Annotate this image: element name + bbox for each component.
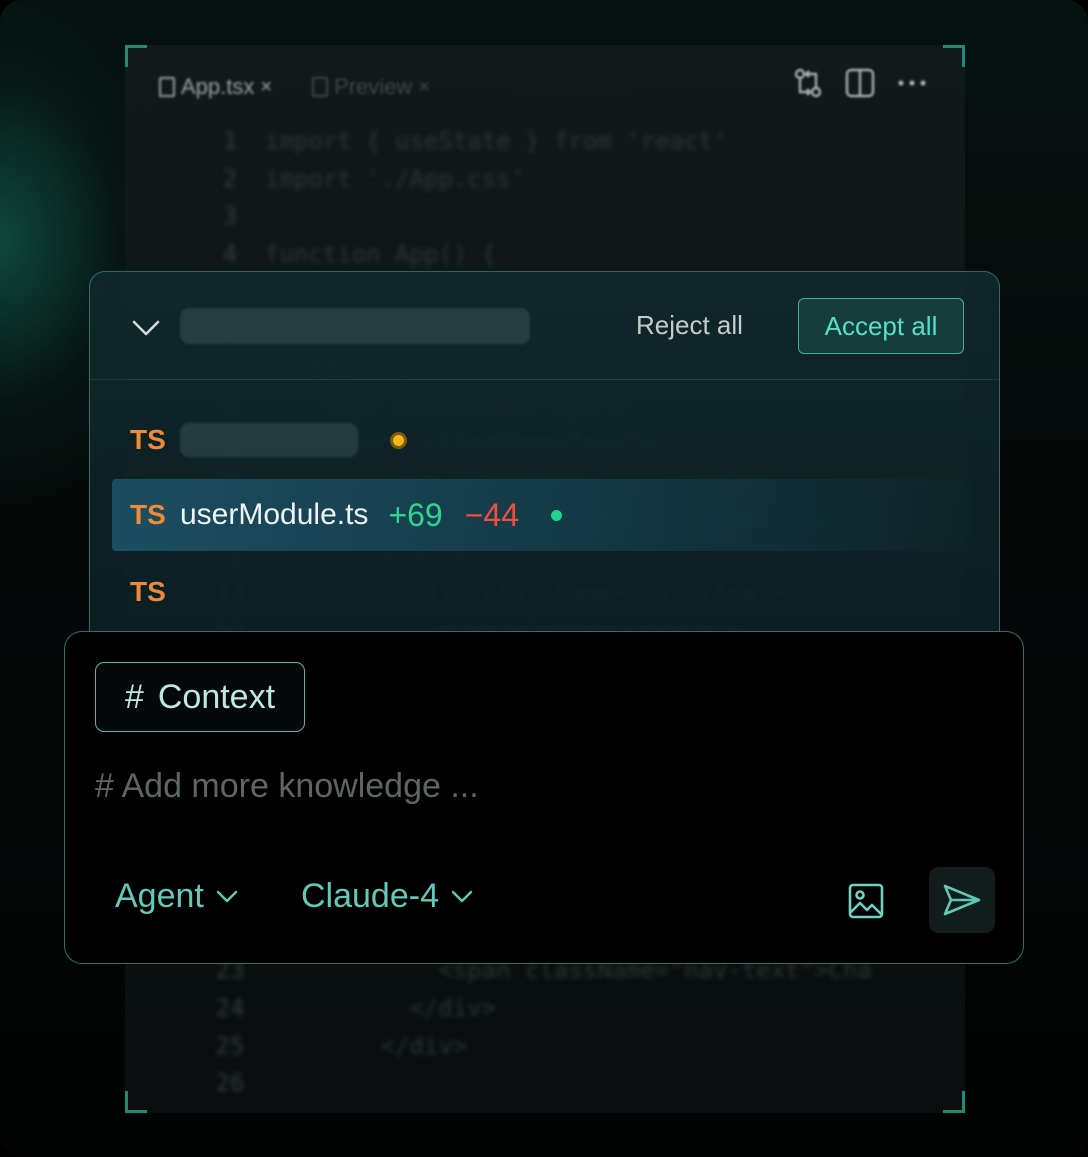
changes-title-redacted bbox=[180, 308, 530, 344]
editor-actions bbox=[793, 67, 927, 99]
tab-label: App.tsx bbox=[181, 74, 255, 99]
preview-icon bbox=[312, 77, 329, 97]
tab-preview[interactable]: Preview × bbox=[312, 74, 430, 100]
chevron-down-icon bbox=[216, 890, 238, 902]
reject-all-button[interactable]: Reject all bbox=[636, 310, 743, 341]
file-name: userModule.ts bbox=[180, 498, 369, 531]
frame-corner bbox=[125, 1091, 147, 1113]
image-icon[interactable] bbox=[843, 878, 889, 924]
changes-header: Reject all Accept all bbox=[90, 272, 999, 380]
applied-status-dot bbox=[551, 509, 562, 521]
line-number: 4 bbox=[222, 240, 238, 269]
line-number: 2 bbox=[222, 164, 238, 193]
close-icon[interactable]: × bbox=[418, 76, 430, 99]
line-number: 1 bbox=[222, 127, 238, 155]
code-line: 26 bbox=[195, 1065, 955, 1103]
code-line: 25 </div> bbox=[195, 1028, 955, 1066]
more-icon[interactable] bbox=[897, 78, 927, 88]
code-text: import { useState } from 'react' bbox=[265, 127, 728, 155]
context-label: Context bbox=[157, 677, 276, 716]
model-dropdown[interactable]: Claude-4 bbox=[301, 877, 473, 916]
changed-file-row-selected[interactable]: TS userModule.ts +69 −44 bbox=[112, 479, 972, 551]
chevron-down-icon bbox=[451, 890, 473, 902]
code-text: </div> bbox=[265, 993, 497, 1022]
send-icon bbox=[943, 884, 981, 916]
line-number: 26 bbox=[215, 1069, 245, 1098]
typescript-file-icon: TS bbox=[130, 576, 166, 607]
model-label: Claude-4 bbox=[301, 877, 439, 915]
mode-label: Agent bbox=[115, 877, 204, 915]
frame-corner bbox=[125, 45, 147, 67]
code-text: function App() { bbox=[265, 240, 497, 269]
code-line: 3 bbox=[195, 198, 955, 236]
line-number: 3 bbox=[222, 202, 238, 231]
app-stage: App.tsx × Preview × 1 import {useState … bbox=[0, 0, 1088, 1157]
pending-status-dot bbox=[390, 431, 407, 449]
line-number: 24 bbox=[215, 993, 245, 1022]
code-line: 2 import './App.css' bbox=[195, 161, 955, 199]
code-text: </div> bbox=[265, 1031, 468, 1060]
file-icon bbox=[159, 77, 175, 97]
lines-removed-count: −44 bbox=[464, 496, 519, 533]
line-number: 25 bbox=[215, 1031, 245, 1060]
typescript-file-icon: TS bbox=[130, 424, 166, 455]
lines-added-count: +69 bbox=[388, 496, 443, 533]
mode-dropdown[interactable]: Agent bbox=[115, 877, 238, 916]
hash-icon: # bbox=[124, 677, 144, 716]
changes-panel: Reject all Accept all TS TS userModule.t… bbox=[89, 271, 1000, 651]
tab-app-tsx[interactable]: App.tsx × bbox=[159, 74, 272, 100]
git-compare-icon[interactable] bbox=[793, 67, 823, 99]
code-line: 4 function App() { bbox=[195, 236, 955, 274]
code-line: 1 import { useState } from 'react' bbox=[195, 123, 955, 161]
close-icon[interactable]: × bbox=[260, 76, 272, 99]
split-view-icon[interactable] bbox=[845, 68, 875, 98]
code-line: 24 </div> bbox=[195, 990, 955, 1028]
tab-label: Preview bbox=[334, 74, 413, 99]
accept-all-button[interactable]: Accept all bbox=[798, 298, 964, 354]
code-text: import './App.css' bbox=[265, 164, 526, 193]
frame-corner bbox=[943, 45, 965, 67]
chat-composer: # Context Agent Claude-4 bbox=[64, 631, 1024, 964]
knowledge-input[interactable] bbox=[95, 758, 955, 814]
changed-file-row[interactable]: TS bbox=[112, 404, 972, 476]
file-name-redacted bbox=[180, 423, 358, 457]
editor-tab-bar: App.tsx × Preview × bbox=[159, 69, 430, 105]
changed-file-row[interactable]: TS bbox=[112, 556, 972, 628]
context-button[interactable]: # Context bbox=[95, 662, 305, 732]
typescript-file-icon: TS bbox=[130, 499, 166, 530]
send-button[interactable] bbox=[929, 867, 995, 933]
chevron-down-icon[interactable] bbox=[128, 314, 164, 342]
